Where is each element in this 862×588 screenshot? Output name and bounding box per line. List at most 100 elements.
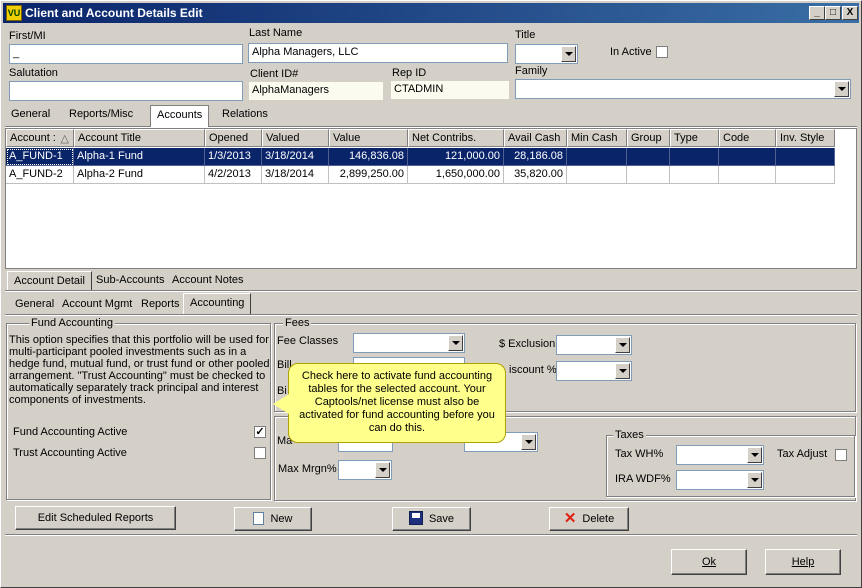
chevron-down-icon[interactable] (561, 46, 576, 62)
column-header[interactable]: Value (329, 129, 408, 147)
tab-accounting[interactable]: Accounting (183, 293, 252, 315)
table-cell[interactable] (719, 166, 776, 184)
help-button[interactable]: Help (765, 549, 841, 575)
app-icon: VU (6, 5, 22, 21)
tab-relations[interactable]: Relations (216, 105, 274, 125)
fee-classes-select[interactable] (353, 333, 465, 353)
table-cell[interactable] (627, 148, 670, 166)
ok-button[interactable]: Ok (671, 549, 747, 575)
save-button[interactable]: Save (392, 507, 471, 531)
table-cell[interactable]: Alpha-1 Fund (74, 148, 205, 166)
table-cell[interactable] (567, 148, 627, 166)
tooltip-text: Check here to activate fund accounting t… (299, 370, 495, 434)
column-header[interactable]: Group (627, 129, 670, 147)
accounts-table[interactable]: Account : △ Account Title Opened Valued Value… (5, 128, 857, 269)
maximize-button[interactable]: □ (825, 6, 841, 20)
column-header[interactable]: Account : △ (6, 129, 74, 147)
close-button[interactable]: X (842, 6, 858, 20)
table-cell[interactable]: 1/3/2013 (205, 148, 262, 166)
column-header[interactable]: Account Title (74, 129, 205, 147)
fund-accounting-description: This option specifies that this portfoli… (9, 334, 270, 406)
salutation-input[interactable] (9, 81, 243, 101)
title-bar: VU Client and Account Details Edit _ □ X (3, 3, 859, 23)
tab-accounts[interactable]: Accounts (150, 105, 210, 127)
red-x-icon: ✕ (563, 510, 577, 527)
table-cell[interactable] (627, 166, 670, 184)
table-cell[interactable]: 146,836.08 (329, 148, 408, 166)
table-cell[interactable]: 121,000.00 (408, 148, 504, 166)
edit-scheduled-reports-button[interactable]: Edit Scheduled Reports (15, 506, 176, 530)
table-cell[interactable] (776, 166, 835, 184)
tax-wh-select[interactable] (676, 445, 764, 465)
tab-account-notes[interactable]: Account Notes (166, 271, 250, 291)
title-select[interactable] (515, 44, 578, 64)
column-header[interactable]: Code (719, 129, 776, 147)
max-mrgn-select[interactable] (338, 460, 392, 480)
account-tab-divider (5, 290, 857, 292)
column-header[interactable]: Type (670, 129, 719, 147)
table-cell[interactable]: Alpha-2 Fund (74, 166, 205, 184)
new-button[interactable]: New (234, 507, 312, 531)
column-header[interactable]: Valued (262, 129, 329, 147)
delete-button[interactable]: ✕ Delete (549, 507, 629, 531)
exclusion-label: $ Exclusion (499, 338, 556, 350)
edit-scheduled-reports-label: Edit Scheduled Reports (37, 512, 154, 524)
in-active-checkbox[interactable] (656, 46, 668, 58)
table-cell[interactable]: 3/18/2014 (262, 166, 329, 184)
tab-reports[interactable]: Reports (135, 295, 186, 315)
client-id-label: Client ID# (250, 68, 299, 80)
minimize-button[interactable]: _ (809, 6, 825, 20)
last-name-input[interactable]: Alpha Managers, LLC (248, 43, 508, 63)
table-cell[interactable]: 28,186.08 (504, 148, 567, 166)
tab-sub-accounts[interactable]: Sub-Accounts (90, 271, 170, 291)
fund-accounting-tooltip: Check here to activate fund accounting t… (273, 363, 506, 443)
column-header[interactable]: Inv. Style (776, 129, 835, 147)
discount-select[interactable] (556, 361, 632, 381)
chevron-down-icon[interactable] (747, 472, 762, 488)
column-header[interactable]: Min Cash (567, 129, 627, 147)
fees-legend: Fees (283, 317, 312, 329)
chevron-down-icon[interactable] (834, 81, 849, 97)
table-cell[interactable]: 4/2/2013 (205, 166, 262, 184)
salutation-label: Salutation (9, 67, 58, 79)
table-cell[interactable]: 1,650,000.00 (408, 166, 504, 184)
family-select[interactable] (515, 79, 851, 99)
table-cell[interactable]: 2,899,250.00 (329, 166, 408, 184)
table-cell[interactable] (776, 148, 835, 166)
chevron-down-icon[interactable] (747, 447, 762, 463)
tab-reports-misc[interactable]: Reports/Misc (63, 105, 139, 125)
chevron-down-icon[interactable] (521, 434, 536, 450)
main-window: VU Client and Account Details Edit _ □ X… (0, 0, 862, 588)
help-label: Help (791, 556, 815, 568)
tab-account-mgmt[interactable]: Account Mgmt (56, 295, 138, 315)
table-cell[interactable]: 3/18/2014 (262, 148, 329, 166)
chevron-down-icon[interactable] (448, 335, 463, 351)
exclusion-select[interactable] (556, 335, 632, 355)
chevron-down-icon[interactable] (615, 363, 630, 379)
fund-accounting-active-label: Fund Accounting Active (13, 426, 128, 438)
column-header[interactable]: Net Contribs. (408, 129, 504, 147)
tab-general[interactable]: General (5, 105, 56, 125)
chevron-down-icon[interactable] (375, 462, 390, 478)
column-header[interactable]: Avail Cash (504, 129, 567, 147)
table-cell[interactable] (670, 148, 719, 166)
table-cell[interactable]: A_FUND-2 (6, 166, 74, 184)
trust-accounting-active-checkbox[interactable] (254, 447, 266, 459)
table-cell[interactable] (567, 166, 627, 184)
table-cell[interactable] (719, 148, 776, 166)
chevron-down-icon[interactable] (615, 337, 630, 353)
fund-accounting-active-checkbox[interactable]: ✓ (254, 426, 266, 438)
new-label: New (270, 513, 293, 525)
table-cell[interactable] (670, 166, 719, 184)
table-cell[interactable]: 35,820.00 (504, 166, 567, 184)
ira-wdf-select[interactable] (676, 470, 764, 490)
table-cell[interactable]: A_FUND-1 (6, 148, 74, 166)
in-active-label: In Active (610, 46, 652, 58)
tax-adjust-checkbox[interactable] (835, 449, 847, 461)
column-header[interactable]: Opened (205, 129, 262, 147)
fund-accounting-legend: Fund Accounting (29, 317, 115, 329)
tab-detail-general[interactable]: General (9, 295, 60, 315)
bottom-divider (5, 534, 857, 536)
tab-account-detail[interactable]: Account Detail (7, 271, 92, 291)
first-mi-input[interactable]: _ (9, 44, 243, 64)
